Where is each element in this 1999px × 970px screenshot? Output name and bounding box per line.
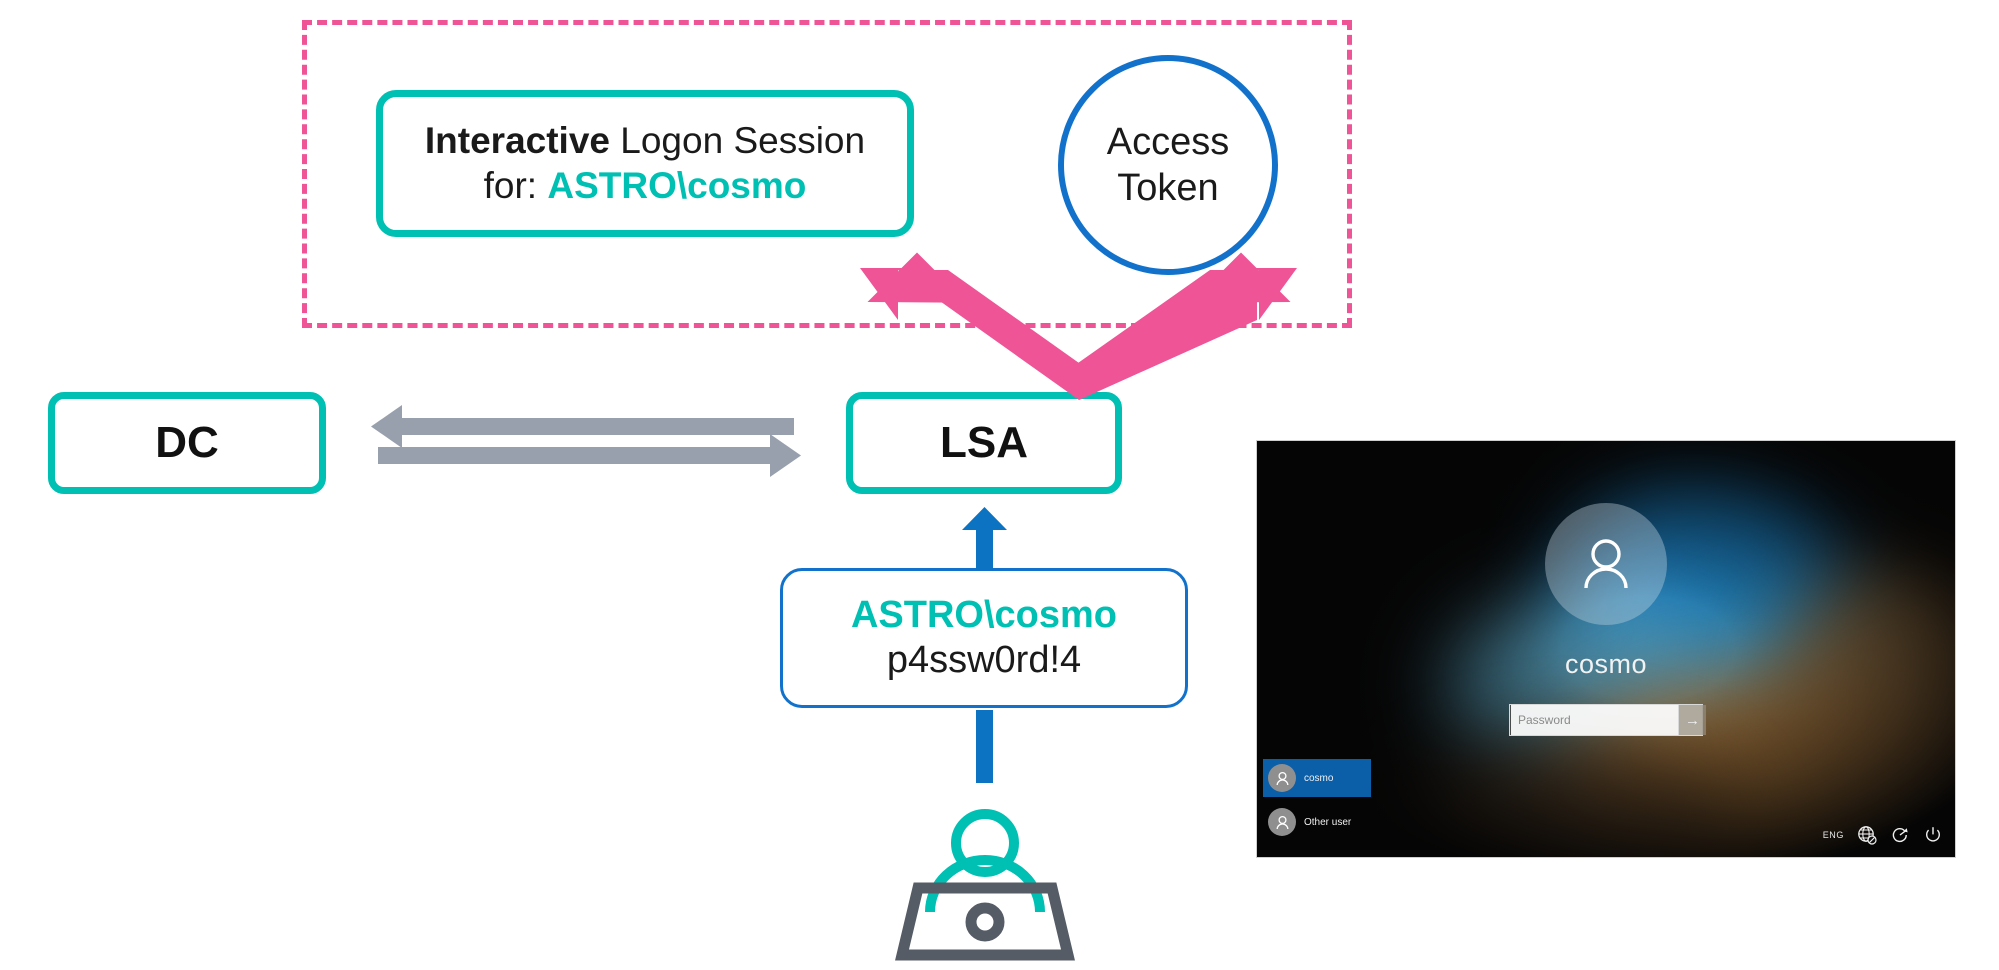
windows-lock-screen: cosmo → cosmo Other user ENG [1256, 440, 1956, 858]
lock-screen-login-panel: cosmo → [1257, 503, 1955, 736]
password-input[interactable] [1510, 705, 1678, 735]
interactive-logon-session-box: Interactive Logon Session for: ASTRO\cos… [376, 90, 914, 237]
user-tile-label: Other user [1304, 816, 1352, 828]
person-icon [1268, 764, 1296, 792]
credentials-username: ASTRO\cosmo [850, 594, 1118, 637]
ease-of-access-icon[interactable] [1890, 825, 1910, 845]
lsa-box: LSA [846, 392, 1122, 494]
session-box-line-1-rest: Logon Session [610, 120, 866, 162]
domain-controller-box: DC [48, 392, 326, 494]
credentials-password: p4ssw0rd!4 [886, 639, 1082, 681]
power-icon[interactable] [1923, 825, 1943, 845]
access-token-circle: Access Token [1058, 55, 1278, 275]
network-disconnected-icon[interactable] [1857, 825, 1877, 845]
password-row: → [1509, 704, 1706, 736]
lsa-label: LSA [940, 417, 1028, 467]
access-token-line-1: Access [1106, 120, 1230, 163]
lock-screen-system-tray: ENG [1823, 825, 1943, 845]
up-arrow-user-to-credentials-icon [976, 710, 993, 783]
password-submit-button[interactable]: → [1678, 705, 1706, 735]
credentials-box: ASTRO\cosmo p4ssw0rd!4 [780, 568, 1188, 708]
user-tile-cosmo[interactable]: cosmo [1263, 759, 1371, 797]
session-box-for-label: for: [483, 164, 548, 206]
user-tile-other-user[interactable]: Other user [1263, 803, 1371, 841]
domain-controller-label: DC [155, 417, 219, 467]
user-tile-label: cosmo [1304, 772, 1334, 784]
user-at-laptop-icon [895, 809, 1075, 961]
user-account-list: cosmo Other user [1263, 759, 1371, 847]
access-token-line-2: Token [1117, 167, 1219, 209]
left-arrow-icon [371, 405, 794, 448]
avatar [1545, 503, 1667, 625]
person-icon [1268, 808, 1296, 836]
up-arrow-credentials-to-lsa-icon [962, 507, 1007, 570]
session-box-line-2: for: ASTRO\cosmo [425, 164, 865, 208]
diagram-canvas: Interactive Logon Session for: ASTRO\cos… [0, 0, 1999, 970]
language-indicator[interactable]: ENG [1823, 830, 1844, 840]
session-box-line-1: Interactive Logon Session [425, 119, 865, 163]
lock-screen-username: cosmo [1564, 649, 1648, 679]
right-arrow-icon [378, 434, 801, 477]
session-box-principal: ASTRO\cosmo [547, 164, 807, 206]
session-box-emphasis: Interactive [424, 120, 610, 162]
person-icon [1584, 539, 1628, 589]
